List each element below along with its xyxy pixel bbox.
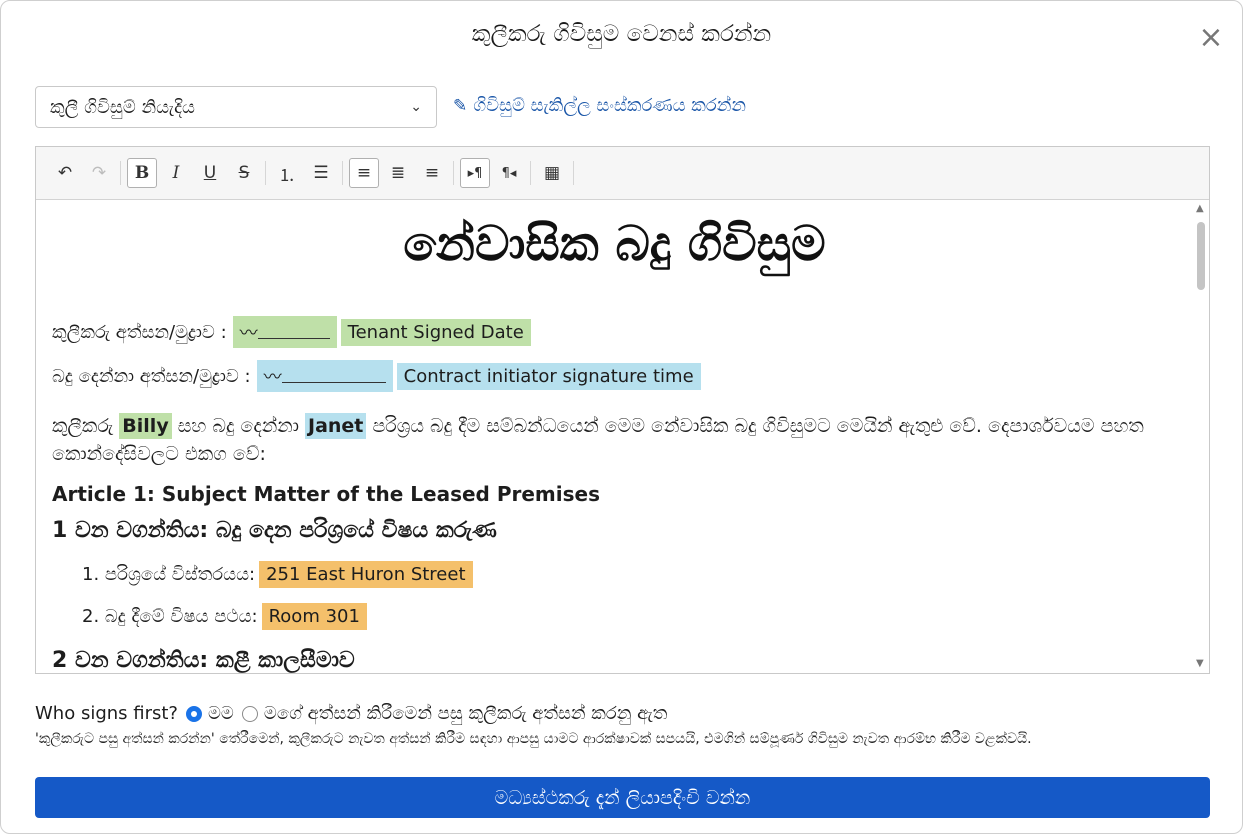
edit-icon: ✎ <box>453 95 468 116</box>
dialog-title: කුලීකරු ගිවිසුම වෙනස් කරන්න <box>471 21 772 47</box>
list-number: 2. <box>82 606 100 627</box>
landlord-name-field[interactable]: Janet <box>305 413 367 439</box>
align-left-icon[interactable]: ≡ <box>349 158 379 188</box>
tenant-signed-date-field[interactable]: Tenant Signed Date <box>340 318 531 346</box>
edit-template-label: ගිවිසුම් සැකිල්ල සංස්කරණය කරන්න <box>473 95 746 116</box>
list-item: 2. බදු දීමේ විෂය පථය: Room 301 <box>82 603 367 630</box>
article-1-heading-en: Article 1: Subject Matter of the Leased … <box>52 482 600 506</box>
radio-me-label[interactable]: මම <box>208 703 234 724</box>
list-label: පරිශ්‍රයේ විස්තරයය: <box>104 564 256 585</box>
align-right-icon[interactable]: ≡ <box>417 158 447 188</box>
signature-icon: 〰 <box>263 367 282 388</box>
modal-dialog: කුලීකරු ගිවිසුම වෙනස් කරන්න × කුලී ගිවිස… <box>0 0 1243 834</box>
edit-template-link[interactable]: ✎ ගිවිසුම් සැකිල්ල සංස්කරණය කරන්න <box>453 95 746 116</box>
strikethrough-icon[interactable]: S <box>229 158 259 188</box>
address-field[interactable]: 251 East Huron Street <box>259 561 473 588</box>
scroll-up-icon[interactable]: ▲ <box>1196 203 1204 214</box>
tenant-name-field[interactable]: Billy <box>119 413 172 439</box>
bullet-list-icon[interactable]: ☰ <box>306 158 336 188</box>
template-select-value: කුලී ගිවිසුම් නියැදිය <box>50 96 196 118</box>
chevron-down-icon: ⌄ <box>410 99 422 115</box>
template-select[interactable]: කුලී ගිවිසුම් නියැදිය ⌄ <box>35 86 437 128</box>
scroll-down-icon[interactable]: ▼ <box>1196 658 1204 669</box>
room-field[interactable]: Room 301 <box>261 603 367 630</box>
tenant-signature-field[interactable]: 〰 <box>232 316 337 348</box>
signing-note: 'කුලීකරුට පසු අත්සන් කරන්න' තේරීමෙන්, කු… <box>35 731 1032 747</box>
paragraph-text: සහ බදු දෙන්නා <box>177 415 299 437</box>
rich-text-editor[interactable]: ↶ ↷ B I U S ⒈ ☰ ≡ ≣ ≡ ▸¶ ¶◂ ▦ නේවාසික බද… <box>35 146 1210 674</box>
editor-content[interactable]: නේවාසික බදු ගිවිසුම කුලීකරු අත්සන/මුද්‍ර… <box>36 200 1193 673</box>
list-label: බදු දීමේ විෂය පථය: <box>104 606 258 627</box>
article-2-heading-si: 2 වන වගන්තිය: කළී කාලසීමාව <box>52 648 355 673</box>
register-mediator-button[interactable]: මධ්‍යස්ථකරු දැන් ලියාපදිංචි වන්න <box>35 777 1210 818</box>
signature-icon: 〰 <box>239 323 258 344</box>
ordered-list-icon[interactable]: ⒈ <box>272 158 302 188</box>
paragraph-text: කුලීකරු <box>52 415 114 437</box>
initiator-time-field[interactable]: Contract initiator signature time <box>396 362 701 390</box>
toolbar-divider <box>120 161 121 185</box>
toolbar-divider <box>342 161 343 185</box>
editor-scrollbar[interactable]: ▲ ▼ <box>1193 200 1209 673</box>
rtl-direction-icon[interactable]: ¶◂ <box>494 158 524 188</box>
signing-question: Who signs first? <box>35 703 178 724</box>
landlord-signature-field[interactable]: 〰 <box>256 360 393 392</box>
editor-toolbar: ↶ ↷ B I U S ⒈ ☰ ≡ ≣ ≡ ▸¶ ¶◂ ▦ <box>36 147 1209 200</box>
bold-icon[interactable]: B <box>127 158 157 188</box>
article-1-heading-si: 1 වන වගන්තිය: බදු දෙන පරිශ්‍රයේ විෂය කරු… <box>52 518 497 543</box>
radio-me[interactable] <box>185 705 202 722</box>
signing-order-group: Who signs first? මම මගේ අත්සන් කිරීමෙන් … <box>35 703 667 724</box>
intro-paragraph: කුලීකරු Billy සහ බදු දෙන්නා Janet පරිශ්‍… <box>52 412 1177 468</box>
signature-line <box>257 338 330 339</box>
radio-after-me[interactable] <box>241 705 258 722</box>
underline-icon[interactable]: U <box>195 158 225 188</box>
table-icon[interactable]: ▦ <box>537 158 567 188</box>
toolbar-divider <box>573 161 574 185</box>
align-center-icon[interactable]: ≣ <box>383 158 413 188</box>
radio-after-me-label[interactable]: මගේ අත්සන් කිරීමෙන් පසු කුලීකරු අත්සන් ක… <box>264 703 667 724</box>
undo-icon[interactable]: ↶ <box>50 158 80 188</box>
list-item: 1. පරිශ්‍රයේ විස්තරයය: 251 East Huron St… <box>82 561 473 588</box>
ltr-direction-icon[interactable]: ▸¶ <box>460 158 490 188</box>
document-title: නේවාසික බදු ගිවිසුම <box>403 216 826 272</box>
landlord-sign-label: බදු දෙන්නා අත්සන/මුද්‍රාව : <box>52 365 251 387</box>
signature-line <box>281 382 386 383</box>
toolbar-divider <box>453 161 454 185</box>
toolbar-divider <box>530 161 531 185</box>
redo-icon[interactable]: ↷ <box>84 158 114 188</box>
list-number: 1. <box>82 564 100 585</box>
toolbar-divider <box>265 161 266 185</box>
tenant-sign-label: කුලීකරු අත්සන/මුද්‍රාව : <box>52 321 227 343</box>
landlord-signature-row: බදු දෙන්නා අත්සන/මුද්‍රාව : 〰 Contract i… <box>52 360 701 392</box>
tenant-signature-row: කුලීකරු අත්සන/මුද්‍රාව : 〰 Tenant Signed… <box>52 316 531 348</box>
close-icon[interactable]: × <box>1198 23 1224 53</box>
scroll-thumb[interactable] <box>1197 222 1205 290</box>
italic-icon[interactable]: I <box>161 158 191 188</box>
